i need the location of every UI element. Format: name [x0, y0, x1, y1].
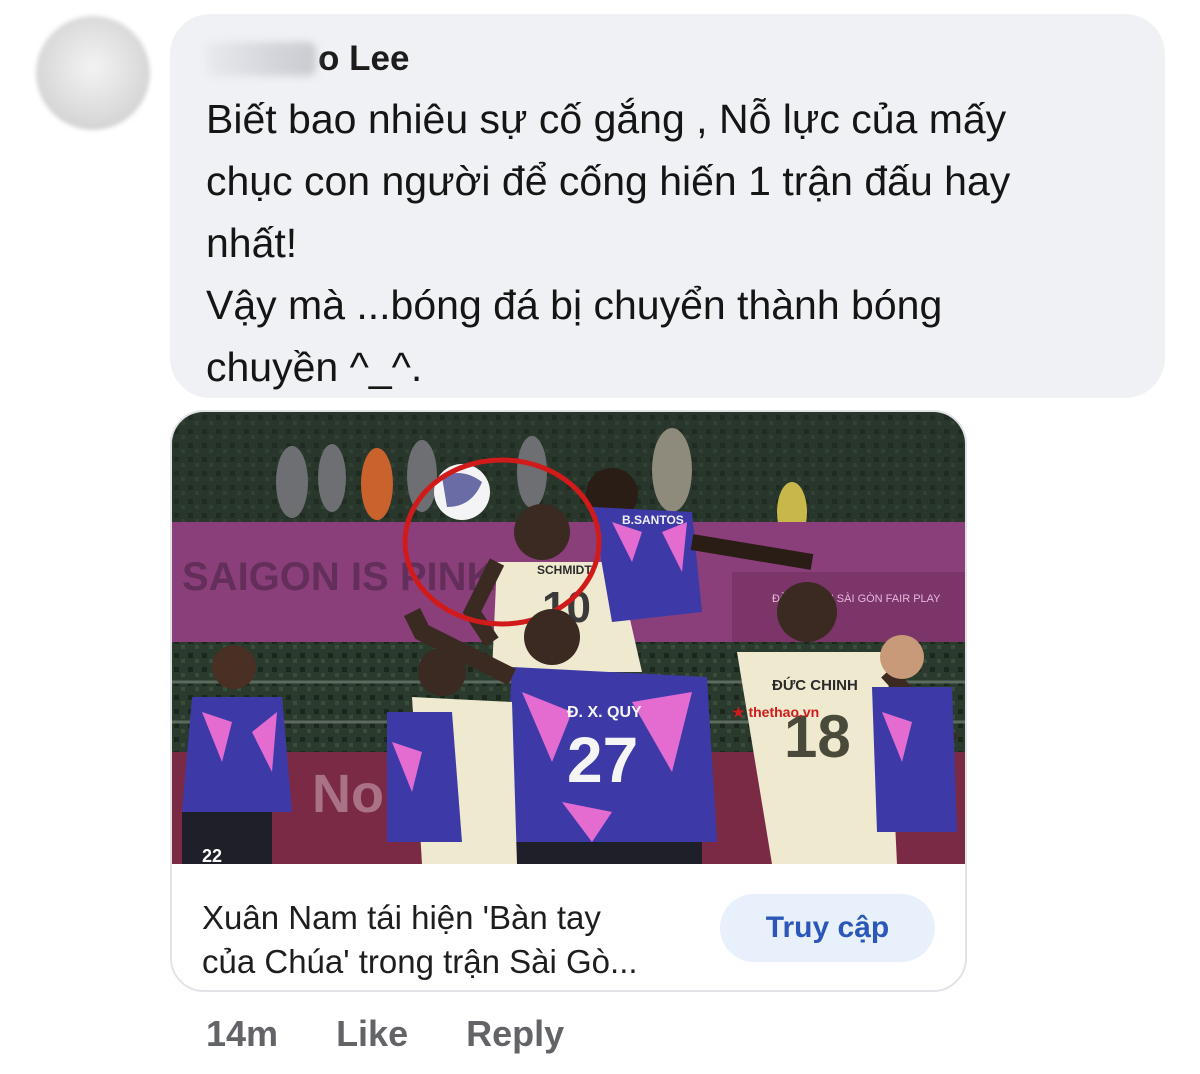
comment-time[interactable]: 14m	[206, 1013, 278, 1055]
article-title[interactable]: Xuân Nam tái hiện 'Bàn tay của Chúa' tro…	[202, 896, 702, 984]
comment-line: Vậy mà ...bóng đá bị chuyển thành bóng	[206, 282, 943, 328]
comment-actions: 14m Like Reply	[206, 1006, 564, 1062]
ball	[434, 464, 490, 520]
article-photo[interactable]: SAIGON IS PINK! ĐỒNG VIÊN SÀI GÒN FAIR P…	[172, 412, 965, 864]
jersey-number: 22	[202, 846, 222, 864]
comment-line: nhất!	[206, 220, 298, 266]
comment-line: chuyền ^_^.	[206, 344, 423, 390]
jersey-name: ĐỨC CHINH	[772, 676, 858, 694]
watermark: ★ thethao.vn	[732, 704, 819, 720]
banner-text: SAIGON IS PINK!	[182, 555, 509, 599]
jersey-number: 27	[567, 724, 638, 796]
author-name[interactable]: o Lee	[318, 39, 409, 79]
blurred-name	[206, 42, 316, 76]
avatar[interactable]	[36, 16, 150, 130]
comment-text: Biết bao nhiêu sự cố gắng , Nỗ lực của m…	[206, 88, 1146, 398]
player-purple-mid	[387, 712, 462, 842]
access-button[interactable]: Truy cập	[720, 894, 935, 962]
comment-line: Biết bao nhiêu sự cố gắng , Nỗ lực của m…	[206, 96, 1007, 142]
article-title-line: của Chúa' trong trận Sài Gò...	[202, 943, 638, 980]
comment-line: chục con người để cống hiến 1 trận đấu h…	[206, 158, 1011, 204]
jersey-name: Đ. X. QUY	[567, 704, 642, 721]
jersey-name: B.SANTOS	[622, 513, 684, 527]
reply-button[interactable]: Reply	[466, 1013, 564, 1055]
article-title-line: Xuân Nam tái hiện 'Bàn tay	[202, 899, 601, 936]
comment-author[interactable]: o Lee	[206, 34, 409, 84]
link-preview-card[interactable]: SAIGON IS PINK! ĐỒNG VIÊN SÀI GÒN FAIR P…	[170, 410, 967, 992]
jersey-name: SCHMIDT	[537, 563, 592, 577]
like-button[interactable]: Like	[336, 1013, 408, 1055]
card-footer[interactable]: Xuân Nam tái hiện 'Bàn tay của Chúa' tro…	[172, 864, 965, 990]
